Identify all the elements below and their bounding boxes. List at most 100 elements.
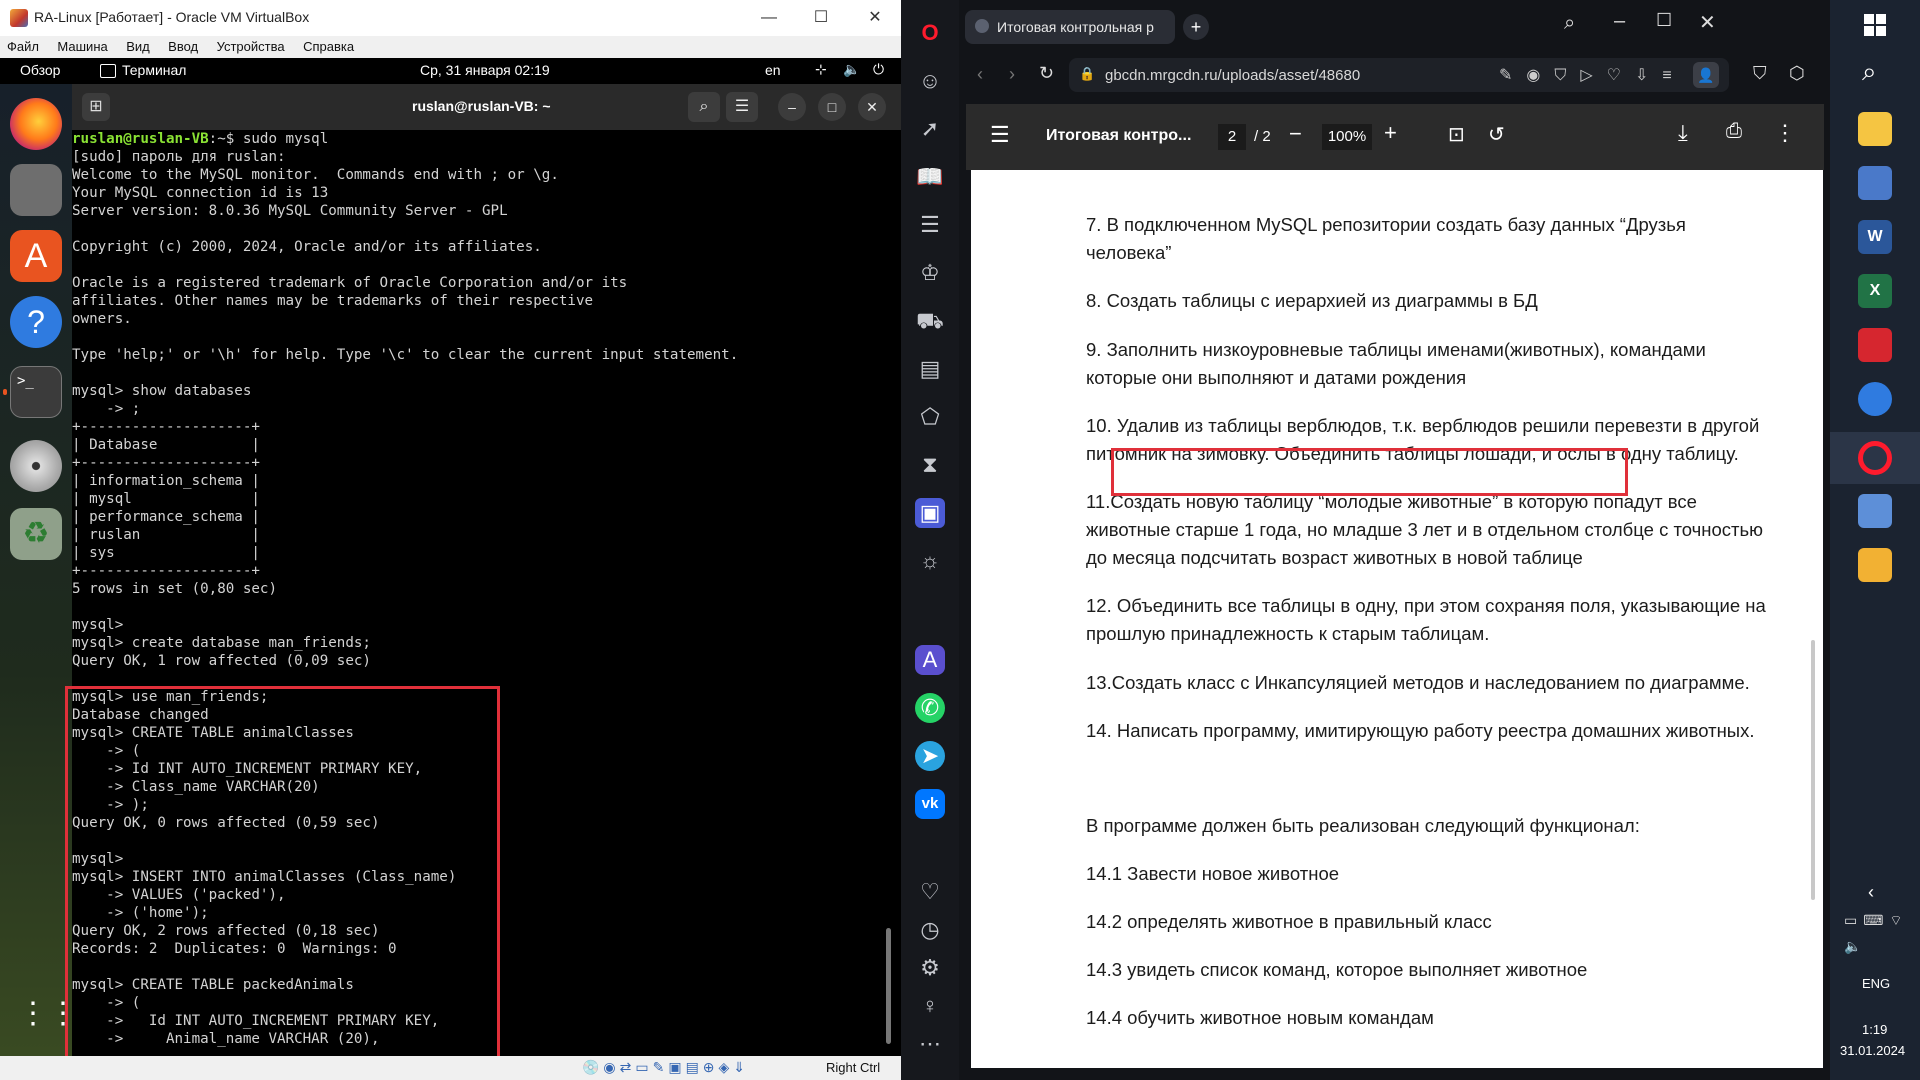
clock-time[interactable]: 1:19 <box>1862 1022 1887 1037</box>
rotate-icon[interactable]: ↺ <box>1488 122 1505 147</box>
thunderbird-icon[interactable] <box>1858 382 1892 416</box>
speaker-icon[interactable]: 🔈 <box>1844 938 1861 955</box>
help-icon[interactable]: ? <box>10 296 62 348</box>
word-icon[interactable]: W <box>1858 220 1892 254</box>
menu-button[interactable]: ☰ <box>726 92 758 122</box>
terminal-icon[interactable]: >_ <box>10 366 62 418</box>
settings-icon[interactable]: ⚙ <box>915 953 945 983</box>
overflow-chevron-icon[interactable]: ‹ <box>1868 882 1874 903</box>
briefcase-icon[interactable]: ▣ <box>915 498 945 528</box>
page-number-input[interactable]: 2 <box>1218 124 1246 150</box>
clock[interactable]: Ср, 31 января 02:19 <box>420 62 550 78</box>
power-icon[interactable]: ⏻ <box>873 61 884 78</box>
trash-icon[interactable]: ♻ <box>10 508 62 560</box>
menu-view[interactable]: Вид <box>119 36 157 57</box>
menu-devices[interactable]: Устройства <box>210 36 292 57</box>
crown-icon[interactable]: ♔ <box>915 258 945 288</box>
search-tabs-icon[interactable]: ⌕ <box>1564 12 1575 35</box>
heart-icon[interactable]: ♡ <box>915 877 945 907</box>
new-tab-button[interactable]: + <box>1183 14 1209 40</box>
zoom-out-button[interactable]: − <box>1289 121 1302 147</box>
history-icon[interactable]: ◷ <box>915 915 945 945</box>
forward-icon[interactable]: › <box>1009 64 1015 85</box>
aria-app-icon[interactable]: A <box>915 645 945 675</box>
volume-icon[interactable]: 🔈 <box>843 61 860 78</box>
windows-taskbar: ⌕ W X ‹ ▭⌨⌔ 🔈 ENG 1:19 31.01.2024 <box>1830 0 1920 1080</box>
reload-icon[interactable]: ↻ <box>1039 63 1054 84</box>
pdf-page[interactable]: 7. В подключенном MySQL репозитории созд… <box>971 170 1823 1068</box>
whatsapp-icon[interactable]: ✆ <box>915 693 945 723</box>
file-explorer-icon[interactable] <box>1858 112 1892 146</box>
aria-icon[interactable]: ☺ <box>915 66 945 96</box>
minimize-button[interactable]: – <box>1614 10 1625 33</box>
download-icon[interactable]: ⤓ <box>1678 120 1688 146</box>
vpn-icon[interactable]: ⛉ <box>1753 63 1767 84</box>
pdf-scrollbar[interactable] <box>1811 640 1815 900</box>
bookmarks-icon[interactable]: 📖 <box>915 162 945 192</box>
software-icon[interactable]: A <box>10 230 62 282</box>
active-tab[interactable]: Итоговая контрольная р <box>965 10 1175 44</box>
vbox-status-icons[interactable]: 💿◉⇄▭✎▣▤⊕◈⇓ <box>582 1059 749 1076</box>
screen-recorder-icon[interactable] <box>1858 328 1892 362</box>
menu-help[interactable]: Справка <box>296 36 361 57</box>
extensions-icon[interactable]: ⬡ <box>1789 63 1805 84</box>
firefox-icon[interactable] <box>10 98 62 150</box>
lightbulb-icon[interactable]: ♀ <box>915 991 945 1021</box>
hourglass-icon[interactable]: ⧗ <box>915 450 945 480</box>
zoom-level[interactable]: 100% <box>1322 124 1372 150</box>
terminal-close-button[interactable]: ✕ <box>858 93 886 121</box>
vk-icon[interactable]: vk <box>915 789 945 819</box>
close-button[interactable]: ✕ <box>853 4 897 32</box>
pin-icon[interactable]: ⬠ <box>915 402 945 432</box>
app-icon[interactable] <box>1858 166 1892 200</box>
disc-icon[interactable] <box>10 440 62 492</box>
excel-icon[interactable]: X <box>1858 274 1892 308</box>
list-icon[interactable]: ☰ <box>915 210 945 240</box>
menu-file[interactable]: Файл <box>0 36 46 57</box>
terminal-scrollbar[interactable] <box>886 928 891 1044</box>
tray-icons[interactable]: ▭⌨⌔ <box>1844 912 1909 930</box>
more-icon[interactable]: ⋯ <box>915 1029 945 1059</box>
keyboard-layout[interactable]: en <box>765 62 781 78</box>
maximize-button[interactable]: ☐ <box>1656 10 1672 31</box>
start-tile <box>1876 14 1886 24</box>
virtualbox-icon[interactable] <box>1858 494 1892 528</box>
search-button[interactable]: ⌕ <box>688 92 720 122</box>
car-icon[interactable]: ⛟ <box>915 306 945 336</box>
close-button[interactable]: ✕ <box>1699 10 1716 35</box>
profile-icon[interactable]: 👤 <box>1693 62 1719 88</box>
back-icon[interactable]: ‹ <box>977 64 983 85</box>
rocket-icon[interactable]: ➚ <box>915 114 945 144</box>
zoom-in-button[interactable]: + <box>1384 120 1397 146</box>
fit-page-icon[interactable]: ⊡ <box>1448 122 1465 147</box>
pdf-line: 12. Объединить все таблицы в одну, при э… <box>1086 595 1766 616</box>
search-icon[interactable]: ⌕ <box>1862 56 1877 88</box>
files-icon[interactable] <box>10 164 62 216</box>
url-field[interactable]: 🔒 gbcdn.mrgcdn.ru/uploads/asset/48680 ✎◉… <box>1069 58 1729 92</box>
print-icon[interactable]: ⎙ <box>1726 120 1742 143</box>
more-options-icon[interactable]: ⋮ <box>1774 120 1796 146</box>
language-indicator[interactable]: ENG <box>1862 976 1890 991</box>
terminal-minimize-button[interactable]: – <box>778 93 806 121</box>
new-tab-button[interactable]: ⊞ <box>82 93 110 121</box>
activities-button[interactable]: Обзор <box>20 62 60 78</box>
menu-machine[interactable]: Машина <box>50 36 114 57</box>
show-apps-icon[interactable]: ⋮⋮⋮ <box>18 996 108 1032</box>
network-icon[interactable]: ⊹ <box>815 61 827 78</box>
terminal-maximize-button[interactable]: □ <box>818 93 846 121</box>
clock-date[interactable]: 31.01.2024 <box>1840 1043 1905 1058</box>
notes-icon[interactable]: ▤ <box>915 354 945 384</box>
addr-action-icons[interactable]: ✎◉⛉▷♡⇩≡ <box>1499 65 1686 85</box>
opera-icon[interactable] <box>1858 441 1892 475</box>
maximize-button[interactable]: ☐ <box>799 4 843 32</box>
opera-logo-icon[interactable]: O <box>915 18 945 48</box>
minimize-button[interactable]: — <box>747 4 791 32</box>
telegram-icon[interactable]: ➤ <box>915 741 945 771</box>
terminal-line: +--------------------+ <box>72 455 260 471</box>
start-icon[interactable] <box>1864 14 1886 36</box>
app-icon[interactable] <box>1858 548 1892 582</box>
weather-icon[interactable]: ☼ <box>915 546 945 576</box>
pdf-menu-icon[interactable]: ☰ <box>990 122 1010 148</box>
active-app-label[interactable]: Терминал <box>122 62 186 78</box>
menu-input[interactable]: Ввод <box>161 36 205 57</box>
